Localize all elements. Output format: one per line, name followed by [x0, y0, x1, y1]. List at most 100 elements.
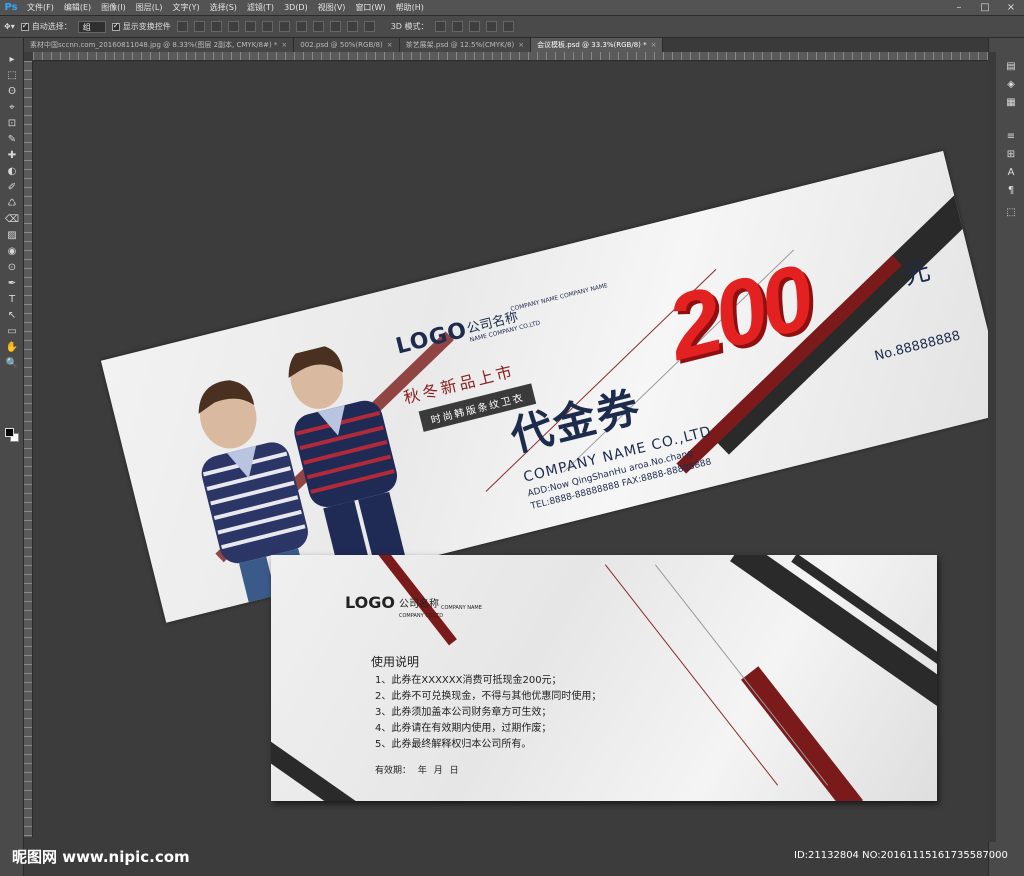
tab-document-1[interactable]: 素材中国sccnn.com_20160811048.jpg @ 8.33%(图层… — [24, 38, 295, 52]
3d-scale-button[interactable] — [502, 21, 514, 32]
foreground-color-swatch[interactable] — [5, 428, 14, 437]
distribute-top-button[interactable] — [278, 21, 290, 32]
maximize-button[interactable]: □ — [972, 2, 998, 13]
menu-type[interactable]: 文字(Y) — [167, 2, 204, 13]
show-transform-checkbox[interactable]: 显示变换控件 — [111, 21, 171, 32]
image-id: ID:21132804 NO:20161115161735587000 — [794, 850, 1008, 861]
usage-title: 使用说明 — [371, 655, 420, 669]
stamp-tool-icon[interactable]: ✐ — [0, 180, 24, 196]
pen-tool-icon[interactable]: ✒ — [0, 276, 24, 292]
front-company-name-en: COMPANY NAME COMPANY NAME — [509, 282, 609, 314]
auto-select-label: 自动选择： — [31, 22, 72, 31]
auto-select-dropdown[interactable]: 组 — [77, 20, 106, 33]
align-right-button[interactable] — [261, 21, 273, 32]
rule-item: 3、此券须加盖本公司财务章方可生效； — [375, 707, 552, 718]
3d-rotate-button[interactable] — [434, 21, 446, 32]
history-brush-tool-icon[interactable]: ♺ — [0, 196, 24, 212]
show-transform-label: 显示变换控件 — [122, 22, 171, 31]
3d-slide-button[interactable] — [485, 21, 497, 32]
align-middle-button[interactable] — [193, 21, 205, 32]
channels-panel-icon[interactable]: ⊞ — [1004, 148, 1018, 162]
tools-panel: ▸ ⬚ ʘ ⌖ ⊡ ✎ ✚ ◐ ✐ ♺ ⌫ ▨ ◉ ⊙ ✒ T ↖ ▭ ✋ 🔍 — [0, 38, 24, 876]
voucher-front: LOGO 公司名称 COMPANY NAME COMPANY NAME NAME… — [100, 150, 988, 623]
shape-tool-icon[interactable]: ▭ — [0, 324, 24, 340]
eyedropper-tool-icon[interactable]: ✎ — [0, 132, 24, 148]
menu-edit[interactable]: 编辑(E) — [59, 2, 96, 13]
menu-filter[interactable]: 滤镜(T) — [242, 2, 279, 13]
tab-document-2[interactable]: 002.psd @ 50%(RGB/8) × — [294, 38, 400, 52]
photoshop-logo: Ps — [4, 1, 18, 13]
type-tool-icon[interactable]: T — [0, 292, 24, 308]
menu-help[interactable]: 帮助(H) — [391, 2, 429, 13]
brush-tool-icon[interactable]: ◐ — [0, 164, 24, 180]
back-company-name-en-2: COMPANY CO.LTD — [399, 613, 444, 619]
distribute-center-button[interactable] — [346, 21, 358, 32]
voucher-back[interactable]: LOGO 公司名称 COMPANY NAME COMPANY CO.LTD 使用… — [271, 555, 937, 801]
tab-document-3[interactable]: 茶艺展架.psd @ 12.5%(CMYK/8) × — [399, 38, 532, 52]
gradient-tool-icon[interactable]: ▨ — [0, 228, 24, 244]
menu-image[interactable]: 图像(I) — [96, 2, 131, 13]
3d-pan-button[interactable] — [468, 21, 480, 32]
menu-select[interactable]: 选择(S) — [205, 2, 242, 13]
validity-period: 有效期： 年 月 日 — [375, 766, 459, 776]
layers-panel-icon[interactable]: ≡ — [1004, 130, 1018, 144]
move-tool-icon[interactable]: ✥▾ — [4, 22, 15, 31]
vertical-scrollbar[interactable] — [988, 52, 996, 842]
rule-item: 4、此券请在有效期内使用，过期作废； — [375, 723, 552, 734]
close-icon[interactable]: × — [281, 41, 287, 49]
align-top-button[interactable] — [176, 21, 188, 32]
history-panel-icon[interactable]: ▤ — [1004, 60, 1018, 74]
blur-tool-icon[interactable]: ◉ — [0, 244, 24, 260]
zoom-tool-icon[interactable]: 🔍 — [0, 356, 24, 372]
window-controls: – □ × — [946, 2, 1024, 13]
close-icon[interactable]: × — [651, 41, 657, 49]
swatches-panel-icon[interactable]: ▦ — [1004, 96, 1018, 110]
tab-label: 茶艺展架.psd @ 12.5%(CMYK/8) — [405, 41, 515, 49]
3d-roll-button[interactable] — [451, 21, 463, 32]
vertical-ruler — [24, 61, 33, 837]
align-left-button[interactable] — [227, 21, 239, 32]
character-panel-icon[interactable]: A — [1004, 166, 1018, 180]
hand-tool-icon[interactable]: ✋ — [0, 340, 24, 356]
menu-window[interactable]: 窗口(W) — [350, 2, 390, 13]
move-tool-icon[interactable]: ▸ — [0, 52, 24, 68]
menu-layer[interactable]: 图层(L) — [131, 2, 168, 13]
marquee-tool-icon[interactable]: ⬚ — [0, 68, 24, 84]
quick-select-tool-icon[interactable]: ⌖ — [0, 100, 24, 116]
minimize-button[interactable]: – — [946, 2, 972, 13]
eraser-tool-icon[interactable]: ⌫ — [0, 212, 24, 228]
close-icon[interactable]: × — [387, 41, 393, 49]
menu-file[interactable]: 文件(F) — [22, 2, 59, 13]
path-select-tool-icon[interactable]: ↖ — [0, 308, 24, 324]
distribute-middle-button[interactable] — [295, 21, 307, 32]
site-watermark: 昵图网 www.nipic.com — [12, 848, 190, 866]
properties-panel-icon[interactable]: ◈ — [1004, 78, 1018, 92]
distribute-right-button[interactable] — [363, 21, 375, 32]
document-tabs: 素材中国sccnn.com_20160811048.jpg @ 8.33%(图层… — [24, 38, 988, 52]
cube-icon[interactable]: ⬚ — [1004, 206, 1018, 220]
canvas-area[interactable]: LOGO 公司名称 COMPANY NAME COMPANY NAME NAME… — [33, 61, 988, 837]
distribute-left-button[interactable] — [329, 21, 341, 32]
menu-3d[interactable]: 3D(D) — [279, 3, 313, 12]
distribute-bottom-button[interactable] — [312, 21, 324, 32]
mode-3d-label: 3D 模式： — [390, 22, 429, 31]
close-button[interactable]: × — [998, 2, 1024, 13]
healing-tool-icon[interactable]: ✚ — [0, 148, 24, 164]
rule-item: 2、此券不可兑换现金，不得与其他优惠同时使用； — [375, 691, 602, 702]
horizontal-ruler — [33, 52, 988, 61]
dodge-tool-icon[interactable]: ⊙ — [0, 260, 24, 276]
menu-view[interactable]: 视图(V) — [313, 2, 351, 13]
dark-stripe — [271, 741, 361, 801]
options-bar: ✥▾ 自动选择： 组 显示变换控件 3D 模式： — [0, 16, 1024, 38]
menu-bar: Ps 文件(F) 编辑(E) 图像(I) 图层(L) 文字(Y) 选择(S) 滤… — [0, 0, 1024, 16]
tab-label: 素材中国sccnn.com_20160811048.jpg @ 8.33%(图层… — [30, 41, 278, 49]
crop-tool-icon[interactable]: ⊡ — [0, 116, 24, 132]
auto-select-checkbox[interactable]: 自动选择： — [20, 21, 72, 32]
lasso-tool-icon[interactable]: ʘ — [0, 84, 24, 100]
voucher-front-layer[interactable]: LOGO 公司名称 COMPANY NAME COMPANY NAME NAME… — [83, 83, 988, 623]
paragraph-panel-icon[interactable]: ¶ — [1004, 184, 1018, 198]
tab-document-4[interactable]: 会议模板.psd @ 33.3%(RGB/8) * × — [531, 38, 664, 52]
align-bottom-button[interactable] — [210, 21, 222, 32]
align-center-button[interactable] — [244, 21, 256, 32]
close-icon[interactable]: × — [518, 41, 524, 49]
